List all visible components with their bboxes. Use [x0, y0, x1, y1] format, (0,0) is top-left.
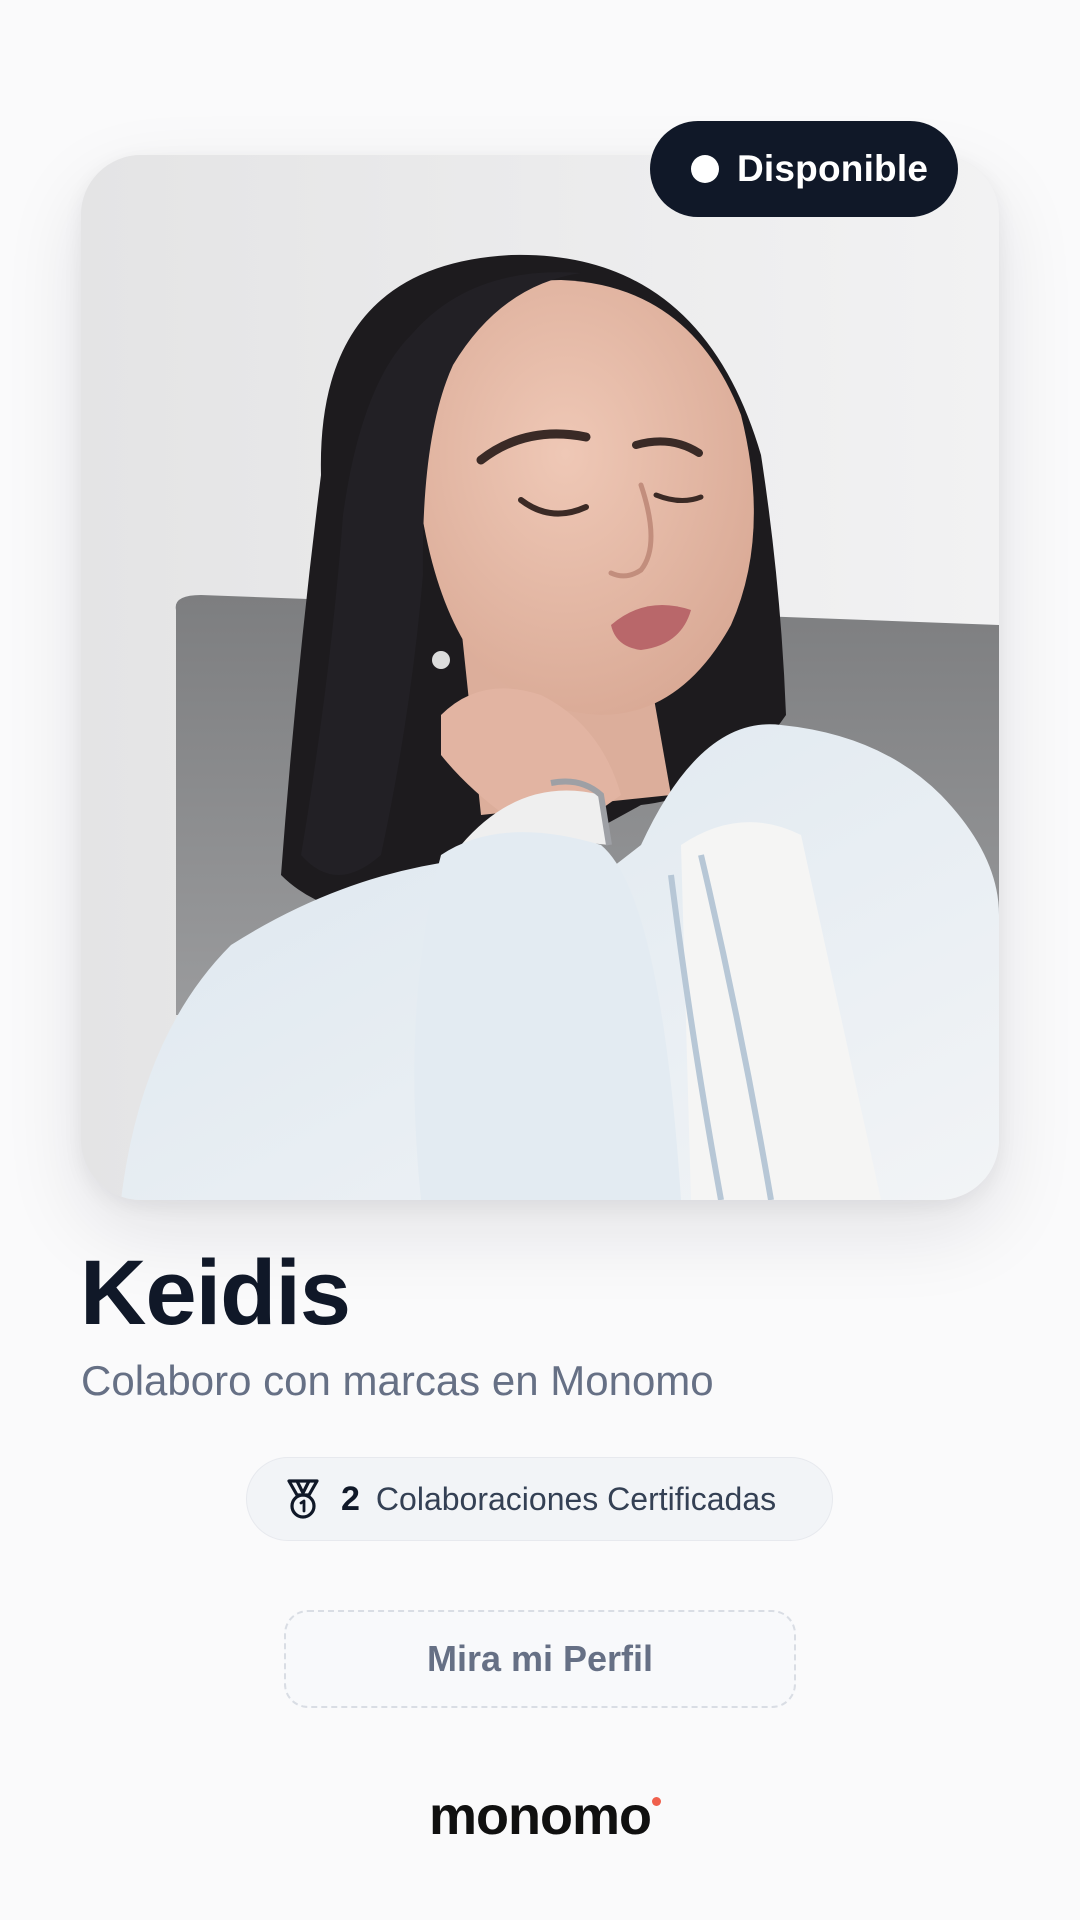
certified-collaborations-badge: 2 Colaboraciones Certificadas [246, 1457, 833, 1541]
profile-photo-illustration [81, 155, 999, 1200]
medal-icon [287, 1479, 319, 1519]
availability-label: Disponible [737, 148, 929, 189]
collaborations-label: Colaboraciones Certificadas [375, 1480, 777, 1517]
collaborations-count: 2 [341, 1479, 360, 1518]
profile-photo [81, 155, 999, 1200]
status-dot-icon [691, 155, 719, 183]
brand-accent-dot [651, 1797, 661, 1806]
profile-name: Keidis [80, 1242, 351, 1344]
availability-badge: Disponible [650, 121, 958, 217]
brand-logo[interactable]: monomo [0, 1785, 1080, 1847]
brand-logo-text: monomo [429, 1786, 652, 1846]
view-profile-button[interactable]: Mira mi Perfil [284, 1610, 796, 1708]
profile-bio: Colaboro con marcas en Monomo [81, 1357, 714, 1404]
